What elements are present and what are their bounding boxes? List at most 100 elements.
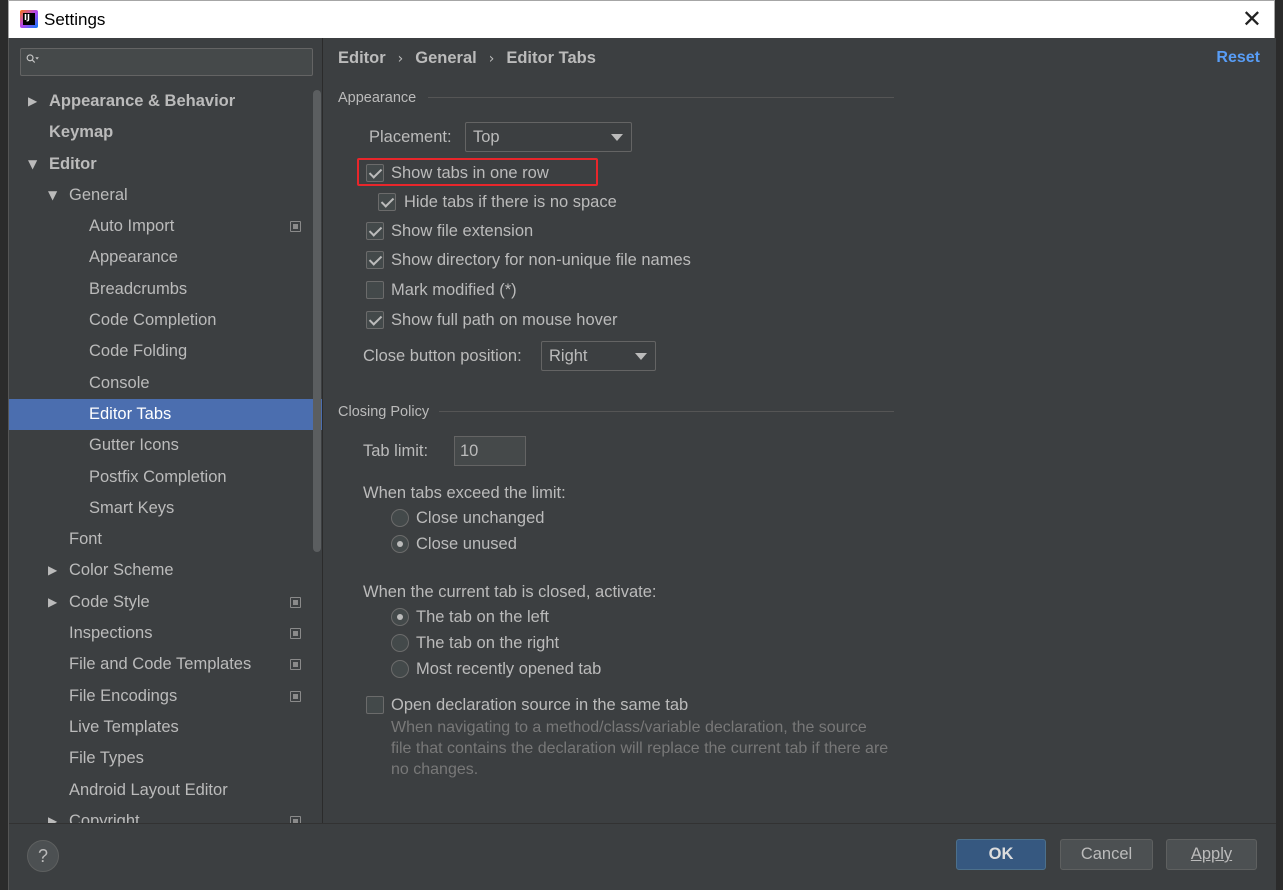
show-full-path-label[interactable]: Show full path on mouse hover	[391, 311, 618, 330]
close-button-position-dropdown[interactable]: Right	[541, 341, 656, 371]
chevron-down-icon	[611, 134, 623, 141]
placement-value: Top	[473, 128, 500, 146]
mark-modified-label[interactable]: Mark modified (*)	[391, 281, 517, 300]
project-level-icon	[290, 690, 301, 702]
tree-item-copyright[interactable]: ▶ Copyright	[9, 806, 322, 823]
tree-item-file-types[interactable]: File Types	[9, 743, 322, 774]
tree-item-code-folding[interactable]: Code Folding	[9, 336, 322, 367]
show-tabs-one-row-checkbox[interactable]	[366, 164, 384, 182]
tree-item-label: File Encodings	[69, 686, 178, 705]
tree-item-code-completion[interactable]: Code Completion	[9, 305, 322, 336]
tab-on-left-radio[interactable]	[391, 608, 409, 626]
tree-item-code-style[interactable]: ▶ Code Style	[9, 587, 322, 618]
settings-tree-panel: ▶ Appearance & Behavior Keymap ▼ Editor ▼ Gene…	[9, 38, 323, 823]
settings-search-input[interactable]	[20, 48, 313, 76]
tree-item-file-and-code-templates[interactable]: File and Code Templates	[9, 649, 322, 680]
tree-scrollbar[interactable]	[313, 90, 321, 552]
show-full-path-checkbox[interactable]	[366, 311, 384, 329]
tab-on-left-label[interactable]: The tab on the left	[416, 608, 549, 627]
tree-item-gutter-icons[interactable]: Gutter Icons	[9, 430, 322, 461]
ok-button[interactable]: OK	[956, 839, 1046, 870]
placement-dropdown[interactable]: Top	[465, 122, 632, 152]
tree-item-label: Smart Keys	[89, 498, 175, 517]
tree-item-label: Gutter Icons	[89, 436, 179, 455]
show-directory-checkbox[interactable]	[366, 251, 384, 269]
breadcrumb: Editor › General › Editor Tabs	[338, 49, 596, 68]
project-level-icon	[290, 628, 301, 640]
tree-item-label: Editor Tabs	[89, 404, 172, 423]
tree-item-file-encodings[interactable]: File Encodings	[9, 681, 322, 712]
show-tabs-one-row-label[interactable]: Show tabs in one row	[391, 164, 549, 183]
breadcrumb-separator: ›	[397, 51, 404, 67]
tree-item-appearance-behavior[interactable]: ▶ Appearance & Behavior	[9, 86, 322, 117]
tab-on-right-radio[interactable]	[391, 634, 409, 652]
tree-item-label: Inspections	[69, 624, 153, 643]
tree-item-keymap[interactable]: Keymap	[9, 117, 322, 148]
tree-item-smart-keys[interactable]: Smart Keys	[9, 493, 322, 524]
tree-item-label: File Types	[69, 749, 144, 768]
appearance-group-title: Appearance	[338, 90, 417, 106]
tree-item-general[interactable]: ▼ General	[9, 180, 322, 211]
open-declaration-same-tab-checkbox[interactable]	[366, 696, 384, 714]
reset-link[interactable]: Reset	[1216, 49, 1260, 67]
dialog-button-bar: ? OK Cancel Apply	[9, 823, 1276, 890]
tree-item-auto-import[interactable]: Auto Import	[9, 211, 322, 242]
tab-limit-input[interactable]: 10	[454, 436, 526, 466]
breadcrumb-general: General	[415, 49, 477, 67]
hide-tabs-no-space-checkbox[interactable]	[378, 193, 396, 211]
chevron-down-icon	[635, 353, 647, 360]
show-directory-label[interactable]: Show directory for non-unique file names	[391, 251, 691, 270]
help-icon[interactable]: ?	[27, 840, 59, 872]
close-window-icon[interactable]: ✕	[1242, 7, 1262, 31]
collapsed-arrow-icon[interactable]: ▶	[48, 587, 57, 618]
tree-item-label: Font	[69, 530, 103, 549]
project-level-icon	[290, 221, 301, 233]
apply-button[interactable]: Apply	[1166, 839, 1257, 870]
breadcrumb-separator: ›	[488, 51, 495, 67]
open-declaration-same-tab-label[interactable]: Open declaration source in the same tab	[391, 696, 688, 715]
collapsed-arrow-icon[interactable]: ▶	[48, 555, 57, 586]
tree-item-appearance[interactable]: Appearance	[9, 242, 322, 273]
tree-item-label: Editor	[49, 154, 97, 173]
project-level-icon	[290, 815, 301, 823]
tree-item-editor[interactable]: ▼ Editor	[9, 149, 322, 180]
tree-item-label: Appearance	[89, 248, 178, 267]
tree-item-label: Breadcrumbs	[89, 279, 188, 298]
search-icon	[26, 54, 39, 63]
expanded-arrow-icon[interactable]: ▼	[28, 149, 37, 180]
intellij-app-icon: IJ	[20, 10, 38, 28]
close-unused-radio[interactable]	[391, 535, 409, 553]
expanded-arrow-icon[interactable]: ▼	[48, 180, 57, 211]
tree-item-color-scheme[interactable]: ▶ Color Scheme	[9, 555, 322, 586]
show-file-extension-label[interactable]: Show file extension	[391, 222, 533, 241]
tree-item-inspections[interactable]: Inspections	[9, 618, 322, 649]
tree-item-postfix-completion[interactable]: Postfix Completion	[9, 462, 322, 493]
cancel-button[interactable]: Cancel	[1060, 839, 1153, 870]
tree-item-font[interactable]: Font	[9, 524, 322, 555]
hide-tabs-no-space-label[interactable]: Hide tabs if there is no space	[404, 193, 617, 212]
tree-item-label: Code Completion	[89, 311, 217, 330]
mark-modified-checkbox[interactable]	[366, 281, 384, 299]
tree-item-console[interactable]: Console	[9, 368, 322, 399]
most-recent-tab-label[interactable]: Most recently opened tab	[416, 660, 601, 679]
tab-on-right-label[interactable]: The tab on the right	[416, 634, 559, 653]
most-recent-tab-radio[interactable]	[391, 660, 409, 678]
placement-label: Placement:	[369, 128, 452, 146]
close-unused-label[interactable]: Close unused	[416, 535, 517, 554]
tree-item-android-layout-editor[interactable]: Android Layout Editor	[9, 775, 322, 806]
settings-window: ▶ Appearance & Behavior Keymap ▼ Editor ▼ Gene…	[8, 38, 1276, 890]
background-left-edge	[0, 0, 8, 890]
close-unchanged-label[interactable]: Close unchanged	[416, 509, 544, 528]
collapsed-arrow-icon[interactable]: ▶	[48, 806, 57, 823]
tree-item-label: Code Style	[69, 592, 150, 611]
show-file-extension-checkbox[interactable]	[366, 222, 384, 240]
window-title: Settings	[44, 10, 106, 29]
collapsed-arrow-icon[interactable]: ▶	[28, 86, 37, 117]
tree-item-label: Appearance & Behavior	[49, 92, 236, 110]
tree-item-editor-tabs[interactable]: Editor Tabs	[9, 398, 322, 431]
close-unchanged-radio[interactable]	[391, 509, 409, 527]
closing-policy-group-divider	[439, 411, 894, 412]
tree-item-live-templates[interactable]: Live Templates	[9, 712, 322, 743]
tree-item-label: Code Folding	[89, 342, 188, 361]
tree-item-breadcrumbs[interactable]: Breadcrumbs	[9, 274, 322, 305]
